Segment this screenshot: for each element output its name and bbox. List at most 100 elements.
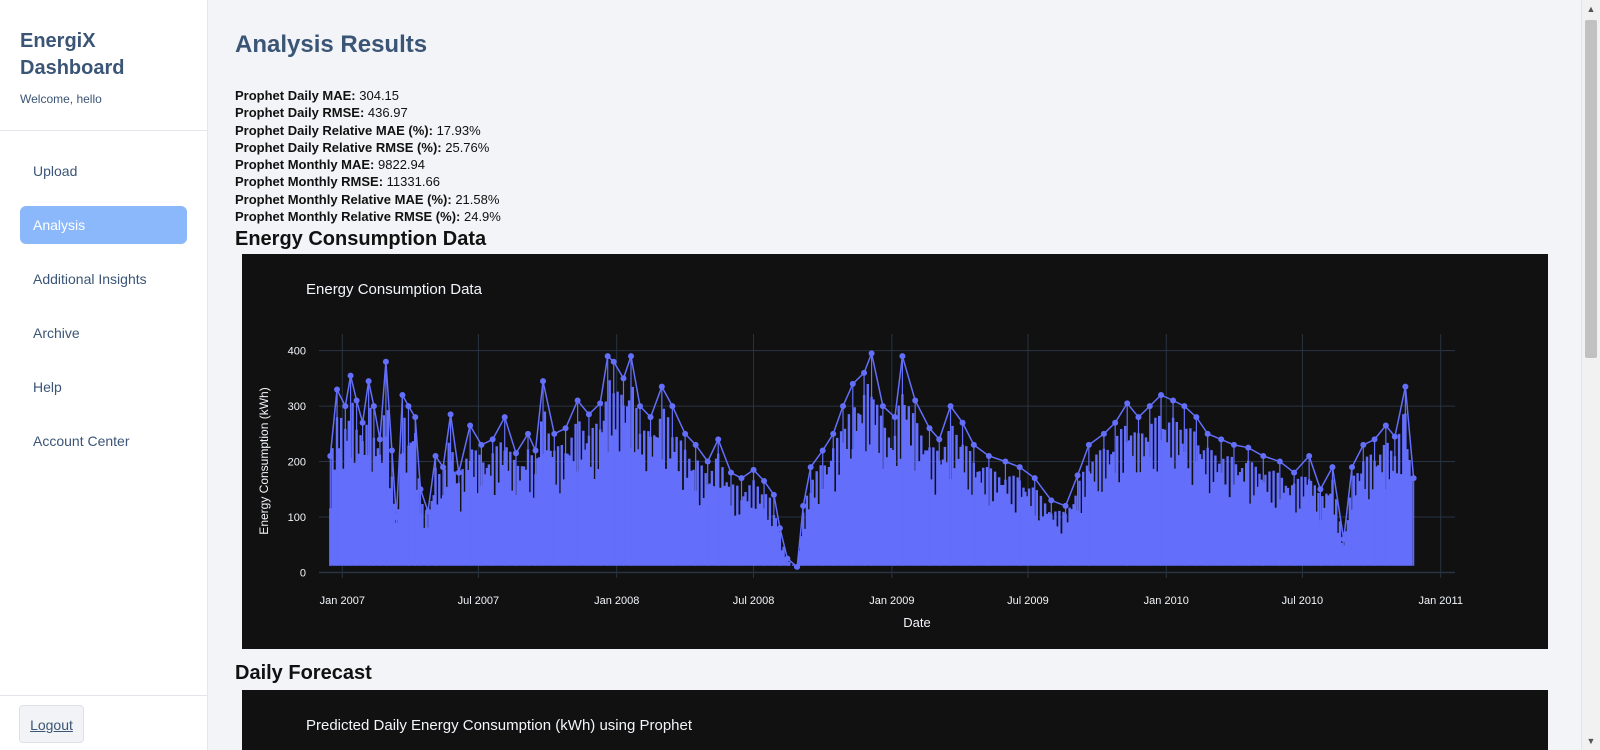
x-tick-label: Jul 2010: [1282, 595, 1324, 607]
sidebar-item-help[interactable]: Help: [20, 368, 187, 406]
data-point: [861, 370, 868, 377]
metric-monthly-relative-rmse: Prophet Monthly Relative RMSE (%): 24.9%: [235, 208, 1581, 225]
x-tick-label: Jan 2011: [1418, 595, 1462, 607]
data-point: [899, 353, 906, 360]
sidebar-item-archive[interactable]: Archive: [20, 314, 187, 352]
metric-label: Prophet Daily Relative RMSE (%):: [235, 139, 442, 155]
data-point: [840, 403, 847, 410]
data-point: [1062, 503, 1069, 510]
data-point: [447, 411, 454, 418]
metric-label: Prophet Monthly Relative RMSE (%):: [235, 209, 461, 225]
data-point: [425, 508, 432, 515]
data-point: [1230, 442, 1237, 449]
y-tick-label: 400: [288, 346, 306, 358]
y-tick-label: 100: [288, 512, 306, 524]
data-point: [597, 400, 604, 407]
data-point: [532, 447, 539, 454]
data-point: [669, 403, 676, 410]
data-point: [342, 403, 349, 410]
data-point: [1410, 475, 1417, 482]
metric-daily-relative-mae: Prophet Daily Relative MAE (%): 17.93%: [235, 122, 1581, 139]
sidebar-item-upload[interactable]: Upload: [20, 152, 187, 190]
metric-daily-mae: Prophet Daily MAE: 304.15: [235, 87, 1581, 104]
data-point: [849, 381, 856, 388]
scroll-up-icon[interactable]: ▲: [1586, 4, 1596, 14]
data-point: [1218, 436, 1225, 443]
metric-daily-rmse: Prophet Daily RMSE: 436.97: [235, 104, 1581, 121]
metric-label: Prophet Daily RMSE:: [235, 105, 365, 121]
data-point: [1276, 458, 1283, 465]
metric-value: 17.93%: [436, 122, 481, 138]
data-point: [1204, 431, 1211, 438]
data-point: [926, 425, 933, 432]
data-point: [1100, 431, 1107, 438]
data-point: [574, 397, 581, 404]
sidebar-item-analysis[interactable]: Analysis: [20, 206, 187, 244]
metric-label: Prophet Monthly RMSE:: [235, 174, 384, 190]
y-tick-label: 300: [288, 401, 306, 413]
data-point: [1135, 414, 1142, 421]
data-point: [658, 384, 665, 391]
data-point: [1181, 403, 1188, 410]
energy-consumption-chart[interactable]: 0 100 200 300 400 Jan 2007 Jul 2007 Jan 2008 Jul…: [242, 254, 1548, 650]
daily-forecast-chart[interactable]: Predicted Daily Energy Consumption (kWh)…: [242, 690, 1548, 750]
data-point: [936, 436, 943, 443]
data-point: [738, 475, 745, 482]
metric-label: Prophet Daily Relative MAE (%):: [235, 122, 433, 138]
metric-monthly-relative-mae: Prophet Monthly Relative MAE (%): 21.58%: [235, 191, 1581, 208]
data-point: [512, 450, 519, 457]
data-point: [985, 453, 992, 460]
metric-value: 11331.66: [386, 174, 440, 190]
metric-daily-relative-rmse: Prophet Daily Relative RMSE (%): 25.76%: [235, 139, 1581, 156]
data-point: [370, 403, 377, 410]
x-tick-label: Jul 2007: [458, 595, 500, 607]
data-point: [610, 359, 617, 366]
data-point: [1329, 464, 1336, 471]
y-tick-label: 200: [288, 457, 306, 469]
data-point: [750, 467, 757, 474]
data-point: [1048, 497, 1055, 504]
data-point: [1306, 453, 1313, 460]
x-tick-label: Jan 2008: [594, 595, 639, 607]
page-scrollbar[interactable]: ▲ ▼: [1581, 0, 1600, 750]
energy-section-title: Energy Consumption Data: [235, 228, 487, 251]
data-point: [478, 442, 485, 449]
data-point: [628, 353, 635, 360]
data-point: [770, 492, 777, 499]
data-point: [879, 403, 886, 410]
scrollbar-thumb[interactable]: [1585, 20, 1597, 358]
data-point: [647, 414, 654, 421]
metric-monthly-mae: Prophet Monthly MAE: 9822.94: [235, 156, 1581, 173]
metric-value: 25.76%: [445, 139, 490, 155]
metric-value: 21.58%: [455, 191, 500, 207]
metric-value: 9822.94: [378, 157, 426, 173]
sidebar-item-account-center[interactable]: Account Center: [20, 422, 187, 460]
logout-button[interactable]: Logout: [19, 705, 84, 743]
metric-label: Prophet Daily MAE:: [235, 88, 356, 103]
data-point: [551, 431, 558, 438]
data-point: [868, 350, 875, 357]
data-point: [1170, 397, 1177, 404]
metric-monthly-rmse: Prophet Monthly RMSE: 11331.66: [235, 173, 1581, 190]
metric-label: Prophet Monthly Relative MAE (%):: [235, 191, 452, 207]
data-point: [1360, 442, 1367, 449]
data-point: [327, 453, 334, 460]
welcome-text: Welcome, hello: [20, 92, 102, 106]
data-point: [1382, 422, 1389, 429]
data-point: [467, 422, 474, 429]
data-point: [1317, 486, 1324, 493]
data-point: [1340, 536, 1347, 543]
data-point: [800, 503, 807, 510]
data-point: [399, 392, 406, 399]
scroll-down-icon[interactable]: ▼: [1586, 736, 1596, 746]
data-point: [1391, 433, 1398, 440]
data-point: [412, 414, 419, 421]
main-content: Analysis Results Prophet Daily MAE: 304.…: [208, 0, 1581, 750]
metric-label: Prophet Monthly MAE:: [235, 157, 375, 173]
data-point: [1291, 470, 1298, 477]
data-point: [1002, 458, 1009, 465]
sidebar-footer: Logout: [0, 695, 207, 750]
data-point: [1112, 420, 1119, 427]
sidebar-item-additional-insights[interactable]: Additional Insights: [20, 260, 187, 298]
data-point: [382, 359, 389, 366]
